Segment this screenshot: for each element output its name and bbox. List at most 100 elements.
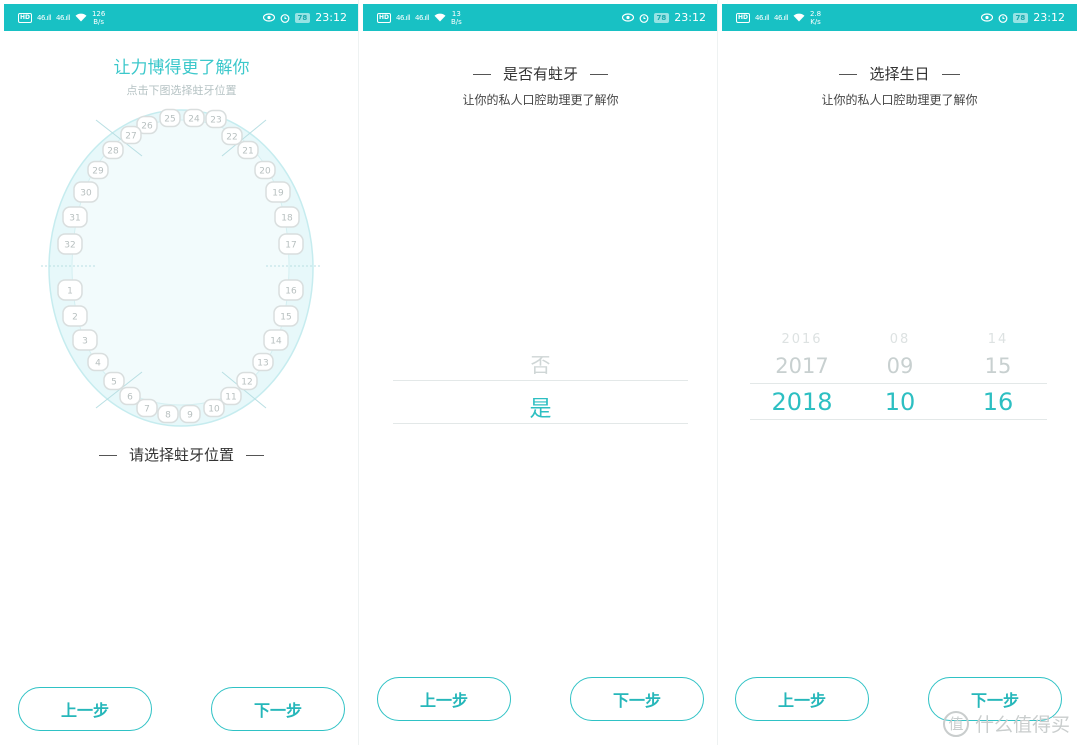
picker-divider — [750, 419, 1047, 420]
wifi-icon — [75, 13, 87, 22]
tooth-20[interactable]: 20 — [254, 160, 276, 180]
tooth-13[interactable]: 13 — [252, 352, 274, 372]
tooth-number: 13 — [257, 359, 268, 369]
tooth-14[interactable]: 14 — [263, 329, 289, 351]
tooth-number: 10 — [208, 405, 220, 415]
divider — [941, 74, 960, 75]
tooth-3[interactable]: 3 — [72, 329, 98, 351]
section-heading: 选择生日 — [722, 63, 1077, 84]
picker-option-yes[interactable]: 是 — [363, 391, 717, 423]
tooth-number: 26 — [141, 122, 153, 132]
tooth-31[interactable]: 31 — [62, 206, 88, 228]
tooth-number: 11 — [225, 393, 236, 403]
clock: 23:12 — [1033, 11, 1065, 24]
divider — [472, 74, 491, 75]
tooth-number: 17 — [285, 241, 296, 251]
tooth-30[interactable]: 30 — [73, 181, 99, 203]
tooth-7[interactable]: 7 — [136, 398, 158, 418]
alarm-icon — [280, 13, 289, 23]
tooth-5[interactable]: 5 — [103, 371, 125, 391]
battery-icon: 78 — [653, 12, 670, 23]
tooth-number: 12 — [241, 378, 252, 388]
tooth-number: 19 — [272, 189, 284, 199]
tooth-number: 32 — [64, 241, 75, 251]
tooth-17[interactable]: 17 — [278, 233, 304, 255]
month-option-near[interactable]: 09 — [850, 354, 950, 378]
tooth-24[interactable]: 24 — [183, 108, 205, 128]
tooth-number: 9 — [187, 411, 193, 421]
year-option-selected[interactable]: 2018 — [752, 388, 852, 416]
month-option-selected[interactable]: 10 — [850, 388, 950, 416]
tooth-1[interactable]: 1 — [57, 279, 83, 301]
next-button[interactable]: 下一步 — [211, 687, 345, 731]
watermark: 值 什么值得买 — [942, 710, 1070, 737]
tooth-28[interactable]: 28 — [102, 140, 124, 160]
eye-icon — [621, 13, 634, 22]
tooth-4[interactable]: 4 — [87, 352, 109, 372]
section-heading: 请选择蛀牙位置 — [4, 444, 358, 465]
prev-button[interactable]: 上一步 — [377, 677, 511, 721]
tooth-number: 15 — [280, 313, 291, 323]
tooth-number: 16 — [285, 287, 297, 297]
divider — [98, 455, 117, 456]
tooth-number: 18 — [281, 214, 293, 224]
day-option-near[interactable]: 15 — [948, 354, 1048, 378]
signal-icon: 46.ıll — [55, 13, 70, 22]
tooth-number: 7 — [144, 405, 150, 415]
day-option-selected[interactable]: 16 — [948, 388, 1048, 416]
tooth-number: 2 — [72, 313, 78, 323]
tooth-22[interactable]: 22 — [221, 126, 243, 146]
tooth-25[interactable]: 25 — [159, 108, 181, 128]
tooth-23[interactable]: 23 — [205, 109, 227, 129]
divider — [839, 74, 858, 75]
signal-icon: 46.ıll — [37, 13, 51, 22]
tooth-number: 14 — [270, 337, 282, 347]
tooth-10[interactable]: 10 — [203, 398, 225, 418]
divider — [246, 455, 264, 456]
picker-divider — [750, 383, 1047, 384]
tooth-8[interactable]: 8 — [157, 404, 179, 424]
tooth-9[interactable]: 9 — [179, 404, 201, 424]
tooth-11[interactable]: 11 — [220, 386, 242, 406]
network-speed: 13 B/s — [450, 9, 462, 26]
year-option-faint[interactable]: 2016 — [752, 332, 852, 347]
tooth-21[interactable]: 21 — [237, 140, 259, 160]
network-speed: 2.8 K/s — [809, 9, 822, 26]
picker-divider — [393, 423, 688, 424]
wifi-icon — [434, 13, 446, 22]
tooth-number: 21 — [242, 147, 253, 157]
status-bar: HD 46.ıll 46.ıll 13 B/s 78 23:12 — [363, 4, 717, 31]
tooth-2[interactable]: 2 — [62, 305, 88, 327]
divider — [590, 74, 608, 75]
day-option-faint[interactable]: 14 — [948, 332, 1048, 347]
screen-cavity: HD 46.ıll 46.ıll 13 B/s 78 23:12 是否有蛀牙 让你… — [363, 0, 718, 745]
tooth-6[interactable]: 6 — [119, 386, 141, 406]
signal-icon: 46.ıll — [414, 13, 429, 22]
status-bar: HD 46.ıll 46.ıll 2.8 K/s 78 23:12 — [722, 4, 1077, 31]
tooth-12[interactable]: 12 — [236, 371, 258, 391]
page-subtitle: 让你的私人口腔助理更了解你 — [821, 93, 978, 107]
prev-button[interactable]: 上一步 — [735, 677, 869, 721]
screen-tooth-map: HD 46.ıll 46.ıll 126 B/s 78 23:12 让力博得更了解… — [4, 0, 359, 745]
tooth-18[interactable]: 18 — [274, 206, 300, 228]
tooth-19[interactable]: 19 — [265, 181, 291, 203]
tooth-number: 3 — [82, 337, 88, 347]
tooth-number: 31 — [69, 214, 80, 224]
next-button[interactable]: 下一步 — [570, 677, 704, 721]
tooth-16[interactable]: 16 — [278, 279, 304, 301]
tooth-number: 6 — [127, 393, 133, 403]
tooth-number: 29 — [92, 167, 104, 177]
wifi-icon — [793, 13, 805, 22]
tooth-32[interactable]: 32 — [57, 233, 83, 255]
picker-option-no[interactable]: 否 — [363, 349, 717, 378]
tooth-15[interactable]: 15 — [273, 305, 299, 327]
tooth-number: 28 — [107, 147, 119, 157]
tooth-29[interactable]: 29 — [87, 160, 109, 180]
tooth-27[interactable]: 27 — [120, 125, 142, 145]
tooth-number: 20 — [259, 167, 271, 177]
prev-button[interactable]: 上一步 — [18, 687, 152, 731]
year-option-near[interactable]: 2017 — [752, 354, 852, 378]
month-option-faint[interactable]: 08 — [850, 332, 950, 347]
hd-icon: HD — [377, 12, 392, 23]
clock: 23:12 — [315, 11, 347, 24]
